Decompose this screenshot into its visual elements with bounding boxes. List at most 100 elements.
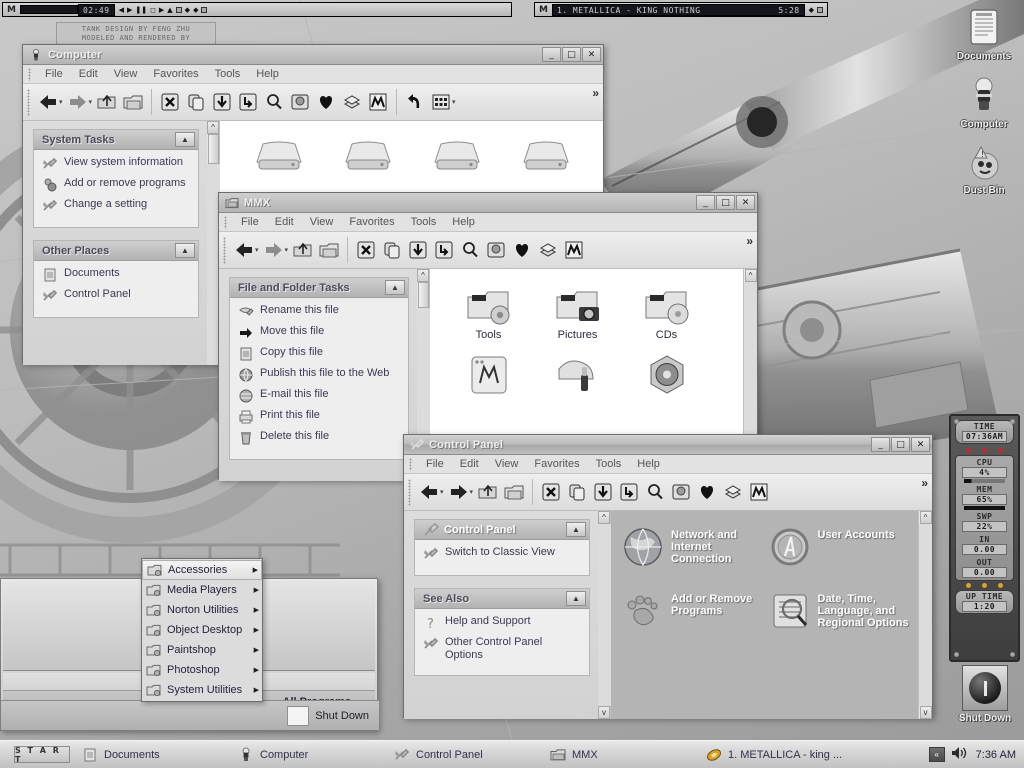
place-control-panel[interactable]: Control Panel	[42, 288, 192, 304]
drive-item[interactable]	[323, 133, 412, 181]
toolbar-overflow-button[interactable]: »	[592, 86, 599, 100]
menu-favorites[interactable]: Favorites	[145, 68, 206, 80]
favorites-heart-icon[interactable]	[694, 478, 720, 506]
previous-icon[interactable]: ◀	[119, 6, 124, 14]
task-change-a-setting[interactable]: Change a setting	[42, 198, 192, 214]
play-icon[interactable]: ▶	[127, 6, 132, 14]
desktop-icon-dust-bin[interactable]: ! Dust Bin	[944, 140, 1024, 196]
download-icon[interactable]	[590, 478, 616, 506]
copy-icon[interactable]	[183, 88, 209, 116]
system-tray[interactable]: « 7:36 AM	[928, 741, 1024, 768]
submenu-item-paintshop[interactable]: Paintshop ▶	[142, 640, 262, 660]
favorites-heart-icon[interactable]	[313, 88, 339, 116]
menu-help[interactable]: Help	[444, 216, 483, 228]
folders-icon[interactable]	[120, 88, 146, 116]
download-icon[interactable]	[209, 88, 235, 116]
menu-help[interactable]: Help	[248, 68, 287, 80]
winamp-main-window[interactable]: M 02:49 ◀ ▶ ❚❚ ◻ ▶ ▲ ◆ ◆	[2, 2, 512, 17]
taskbar-button-documents[interactable]: Documents	[76, 744, 232, 766]
submenu-item-accessories[interactable]: Accessories ▶	[142, 560, 262, 580]
delete-x-icon[interactable]	[538, 478, 564, 506]
move-icon[interactable]	[616, 478, 642, 506]
forward-arrow-icon[interactable]	[446, 478, 472, 506]
category-list-scrollbar[interactable]: ^ v	[918, 511, 932, 719]
winamp-eq-display[interactable]	[19, 5, 78, 14]
back-arrow-icon[interactable]	[231, 236, 257, 264]
task-view-system-information[interactable]: View system information	[42, 156, 192, 172]
menu-edit[interactable]: Edit	[267, 216, 302, 228]
panel-collapse-button[interactable]: ▲	[175, 243, 195, 258]
category-user-accounts[interactable]: User Accounts	[768, 525, 915, 569]
toolbar-computer[interactable]: ▾ ▾ ▾ »	[23, 84, 603, 121]
media-icon[interactable]	[746, 478, 772, 506]
history-stack-icon[interactable]	[535, 236, 561, 264]
toolbar-control-panel[interactable]: ▾ ▾ »	[404, 474, 932, 511]
toolbar-overflow-button[interactable]: »	[921, 476, 928, 490]
playlist-close-icon[interactable]	[817, 6, 823, 13]
minimize-button[interactable]: _	[871, 437, 890, 452]
window-controls[interactable]: _ □ ✕	[542, 47, 601, 62]
next-icon[interactable]: ▶	[159, 6, 164, 14]
shutdown-power-button[interactable]	[962, 665, 1008, 711]
scrollbar-thumb[interactable]	[207, 134, 219, 164]
titlebar-computer[interactable]: Computer _ □ ✕	[23, 45, 603, 65]
task-copy-this-file[interactable]: Copy this file	[238, 346, 402, 362]
menubar-mmx[interactable]: File Edit View Favorites Tools Help	[219, 213, 757, 232]
start-button[interactable]: S T A R T	[14, 746, 70, 764]
view-icon[interactable]	[668, 478, 694, 506]
task-print-this-file[interactable]: Print this file	[238, 409, 402, 425]
copy-icon[interactable]	[379, 236, 405, 264]
desktop-icon-documents[interactable]: Documents	[944, 6, 1024, 62]
toolbar-overflow-button[interactable]: »	[746, 234, 753, 248]
window-controls[interactable]: _ □ ✕	[696, 195, 755, 210]
menu-view[interactable]: View	[106, 68, 146, 80]
category-network-and-internet-connection[interactable]: Network and Internet Connection	[621, 525, 768, 569]
titlebar-mmx[interactable]: MMX _ □ ✕	[219, 193, 757, 213]
drive-item[interactable]	[501, 133, 590, 181]
shuffle-icon[interactable]: ◆	[185, 6, 190, 14]
favorites-heart-icon[interactable]	[509, 236, 535, 264]
up-folder-icon[interactable]	[290, 236, 316, 264]
taskbar-button-winamp[interactable]: 1. METALLICA - king ...	[700, 744, 880, 766]
file-item[interactable]	[444, 351, 533, 399]
scrollbar-thumb[interactable]	[417, 282, 429, 308]
task-move-this-file[interactable]: Move this file	[238, 325, 402, 341]
panel-collapse-button[interactable]: ▲	[175, 132, 195, 147]
minimize-button[interactable]: _	[696, 195, 715, 210]
scroll-up-button[interactable]: ^	[207, 121, 219, 134]
search-icon[interactable]	[457, 236, 483, 264]
scroll-up-button[interactable]: ^	[417, 269, 429, 282]
drive-item[interactable]	[412, 133, 501, 181]
taskbar-button-control-panel[interactable]: Control Panel	[388, 744, 544, 766]
speaker-volume-icon[interactable]	[950, 745, 968, 764]
up-folder-icon[interactable]	[94, 88, 120, 116]
submenu-item-norton-utilities[interactable]: Norton Utilities ▶	[142, 600, 262, 620]
back-arrow-icon[interactable]	[35, 88, 61, 116]
winamp-playlist-controls[interactable]: ◆	[805, 6, 827, 14]
winamp-playlist-entry[interactable]: 1. METALLICA - KING NOTHING 5:28	[551, 3, 805, 16]
left-pane-scrollbar[interactable]: ^ v	[597, 511, 611, 719]
file-item[interactable]	[622, 351, 711, 399]
taskbar-button-computer[interactable]: Computer	[232, 744, 388, 766]
media-icon[interactable]	[561, 236, 587, 264]
panel-header[interactable]: Other Places ▲	[34, 241, 198, 261]
taskbar[interactable]: S T A R T Documents Computer Control Pan…	[0, 740, 1024, 768]
forward-arrow-icon[interactable]	[261, 236, 287, 264]
move-icon[interactable]	[431, 236, 457, 264]
desktop-icon-computer[interactable]: Computer	[944, 74, 1024, 130]
task-email-this-file[interactable]: E-mail this file	[238, 388, 402, 404]
taskbar-button-mmx[interactable]: MMX	[544, 744, 700, 766]
winamp-transport-controls[interactable]: ◀ ▶ ❚❚ ◻ ▶ ▲ ◆ ◆	[115, 6, 212, 14]
up-folder-icon[interactable]	[475, 478, 501, 506]
close-button[interactable]: ✕	[911, 437, 930, 452]
place-documents[interactable]: Documents	[42, 267, 192, 283]
task-rename-this-file[interactable]: Rename this file	[238, 304, 402, 320]
panel-header[interactable]: See Also ▲	[415, 589, 589, 609]
start-menu-footer[interactable]: Shut Down	[1, 700, 379, 730]
winamp-playlist-window[interactable]: M 1. METALLICA - KING NOTHING 5:28 ◆	[534, 2, 828, 17]
delete-x-icon[interactable]	[157, 88, 183, 116]
close-button[interactable]: ✕	[736, 195, 755, 210]
menubar-computer[interactable]: File Edit View Favorites Tools Help	[23, 65, 603, 84]
file-item[interactable]: CDs	[622, 281, 711, 341]
scroll-up-button[interactable]: ^	[919, 511, 932, 524]
